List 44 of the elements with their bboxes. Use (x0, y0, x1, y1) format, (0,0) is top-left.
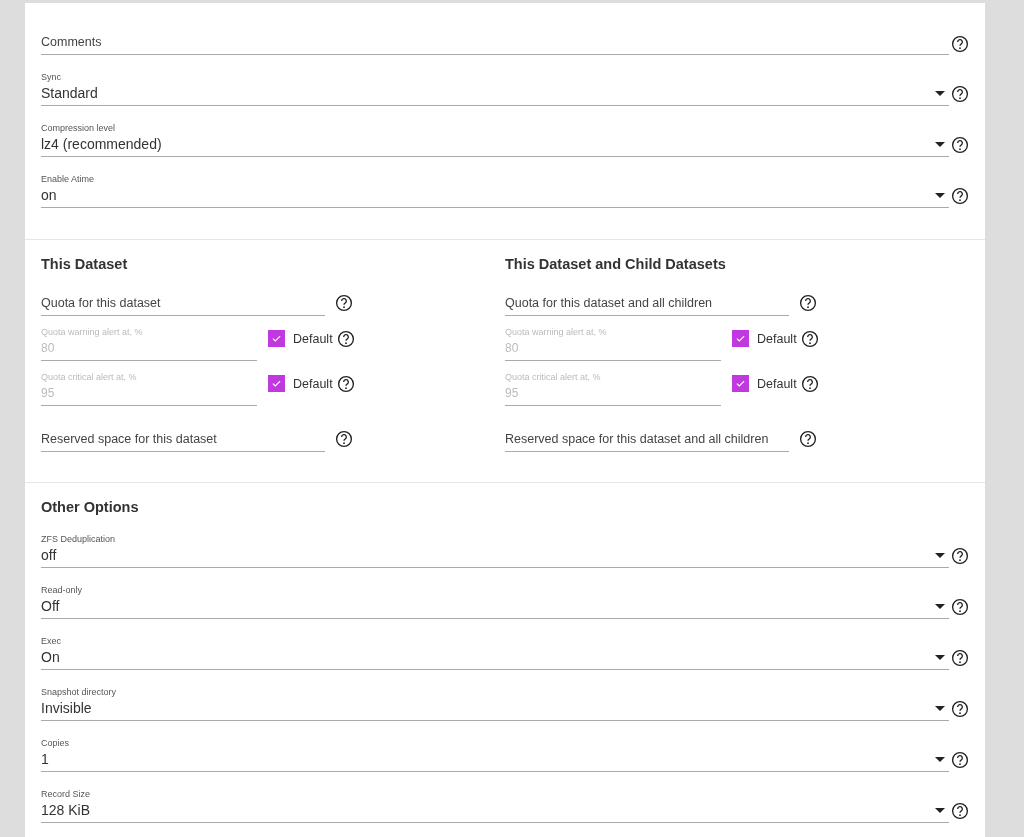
caret-icon (935, 91, 945, 96)
input-field[interactable]: Reserved space for this dataset and all children (505, 426, 789, 452)
help-icon[interactable] (800, 374, 819, 393)
help-icon[interactable] (951, 751, 969, 769)
section-title: This Dataset and Child Datasets (505, 255, 727, 274)
select-field[interactable]: Sync Standard (41, 71, 949, 106)
help-icon[interactable] (951, 598, 969, 616)
caret-icon (935, 655, 945, 660)
help-icon[interactable] (951, 187, 969, 205)
help-icon[interactable] (951, 547, 969, 565)
help-icon[interactable] (336, 329, 355, 348)
comments-field[interactable]: Comments (41, 29, 949, 55)
help-icon[interactable] (799, 430, 817, 448)
select-field[interactable]: Exec On (41, 635, 949, 670)
caret-icon (935, 757, 945, 762)
input-field[interactable]: Reserved space for this dataset (41, 426, 325, 452)
help-icon[interactable] (951, 85, 969, 103)
caret-icon (935, 193, 945, 198)
input-field[interactable]: Quota for this dataset and all children (505, 290, 789, 316)
select-field[interactable]: Read-only Off (41, 584, 949, 619)
help-icon[interactable] (335, 294, 353, 312)
help-icon[interactable] (335, 430, 353, 448)
help-icon[interactable] (951, 35, 969, 53)
input-field[interactable]: Quota for this dataset (41, 290, 325, 316)
caret-icon (935, 604, 945, 609)
help-icon[interactable] (951, 649, 969, 667)
select-field[interactable]: Record Size 128 KiB (41, 788, 949, 823)
caret-icon (935, 706, 945, 711)
select-field[interactable]: ZFS Deduplication off (41, 533, 949, 568)
help-icon[interactable] (336, 374, 355, 393)
caret-icon (935, 142, 945, 147)
select-field[interactable]: Compression level lz4 (recommended) (41, 122, 949, 157)
help-icon[interactable] (951, 700, 969, 718)
help-icon[interactable] (799, 294, 817, 312)
help-icon[interactable] (951, 136, 969, 154)
caret-icon (935, 553, 945, 558)
select-field[interactable]: Enable Atime on (41, 173, 949, 208)
select-field[interactable]: Copies 1 (41, 737, 949, 772)
section-title: Other Options (41, 498, 140, 517)
caret-icon (935, 808, 945, 813)
select-field[interactable]: Snapshot directory Invisible (41, 686, 949, 721)
help-icon[interactable] (951, 802, 969, 820)
help-icon[interactable] (800, 329, 819, 348)
section-title: This Dataset (41, 255, 129, 274)
